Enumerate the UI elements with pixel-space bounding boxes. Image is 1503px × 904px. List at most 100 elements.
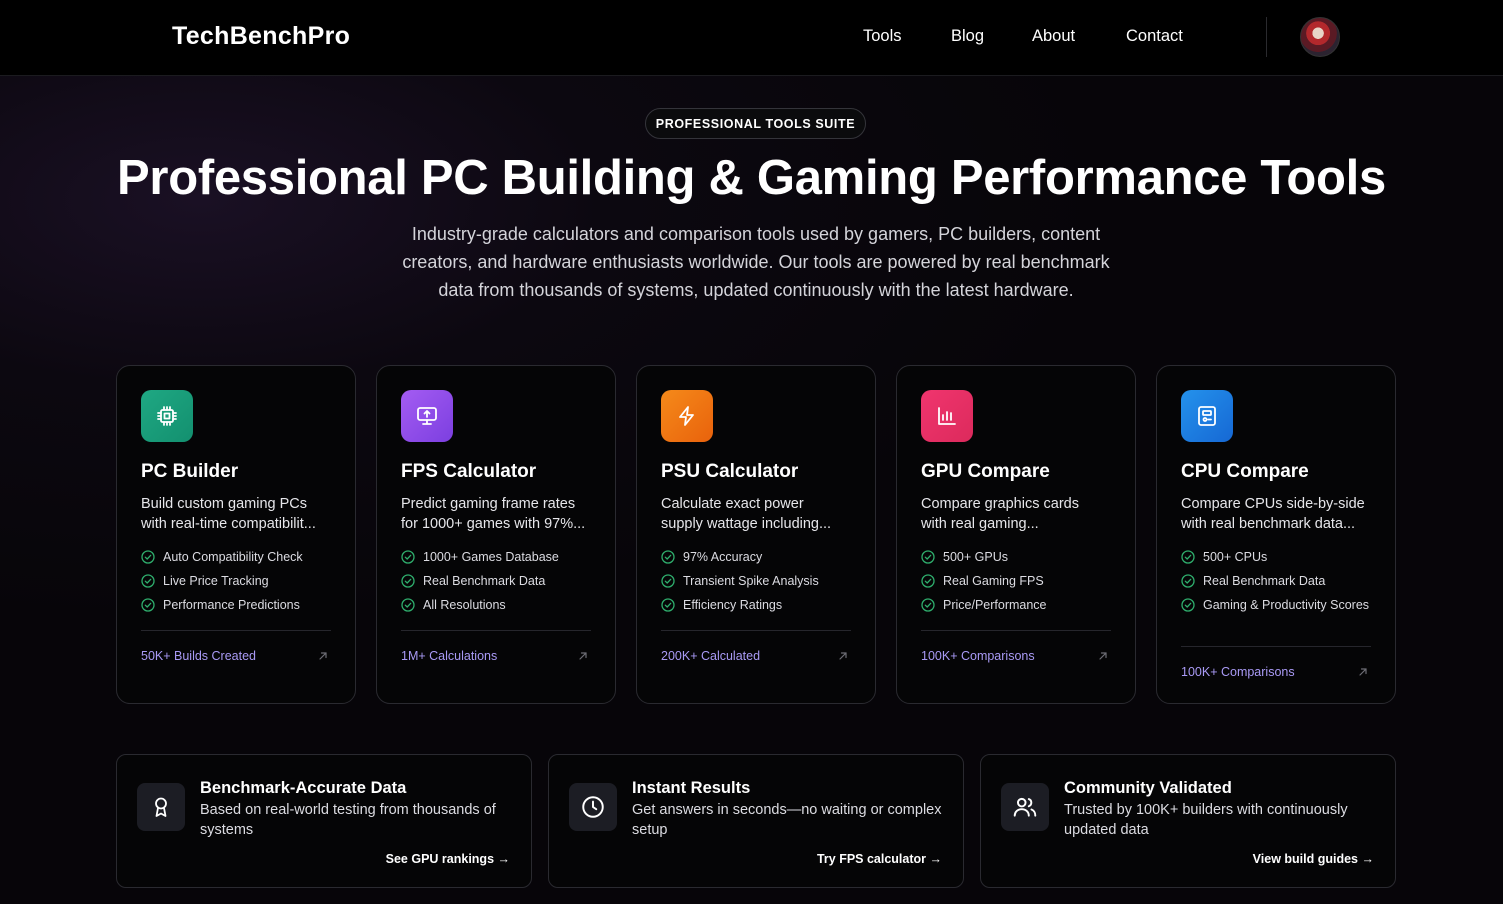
processor-board-icon — [1181, 390, 1233, 442]
check-circle-icon — [921, 598, 935, 612]
brand-logo[interactable]: TechBenchPro — [172, 22, 350, 51]
user-avatar[interactable] — [1300, 17, 1340, 57]
feature-item: Real Gaming FPS — [921, 573, 1116, 589]
hero-badge: PROFESSIONAL TOOLS SUITE — [645, 108, 866, 139]
feature-item: Real Benchmark Data — [401, 573, 596, 589]
tool-card-fps-calculator[interactable]: FPS Calculator Predict gaming frame rate… — [376, 365, 616, 704]
tool-description-line: supply wattage including... — [661, 516, 832, 532]
feature-item: Transient Spike Analysis — [661, 573, 856, 589]
lightning-bolt-icon — [661, 390, 713, 442]
tool-title: CPU Compare — [1181, 461, 1309, 482]
tool-card-cpu-compare[interactable]: CPU Compare Compare CPUs side-by-side wi… — [1156, 365, 1396, 704]
tool-description: Compare graphics cards with real gaming.… — [921, 494, 1113, 534]
check-circle-icon — [1181, 574, 1195, 588]
tool-title: FPS Calculator — [401, 461, 537, 482]
hero-title: Professional PC Building & Gaming Perfor… — [117, 151, 1386, 205]
arrow-up-right-icon[interactable] — [1357, 665, 1369, 677]
highlight-link[interactable]: Try FPS calculator → — [817, 852, 942, 866]
feature-label: Transient Spike Analysis — [683, 574, 819, 588]
highlight-description: Based on real-world testing from thousan… — [200, 802, 496, 838]
feature-label: Real Gaming FPS — [943, 574, 1044, 588]
tool-stat: 200K+ Calculated — [661, 649, 761, 663]
tool-stat: 1M+ Calculations — [401, 649, 498, 663]
card-divider — [1181, 646, 1371, 647]
highlight-link[interactable]: View build guides → — [1253, 852, 1374, 866]
feature-item: Efficiency Ratings — [661, 597, 856, 613]
tool-title: GPU Compare — [921, 461, 1050, 482]
highlight-link[interactable]: See GPU rankings → — [386, 852, 510, 866]
top-nav: TechBenchPro Tools Blog About Contact — [0, 0, 1503, 76]
card-divider — [661, 630, 851, 631]
tool-description-line: with real benchmark data... — [1181, 516, 1356, 532]
check-circle-icon — [141, 598, 155, 612]
feature-list: 1000+ Games Database Real Benchmark Data A… — [401, 549, 596, 621]
cpu-chip-icon — [141, 390, 193, 442]
nav-link-contact[interactable]: Contact — [1126, 27, 1183, 46]
card-divider — [401, 630, 591, 631]
feature-list: 97% Accuracy Transient Spike Analysis Effi… — [661, 549, 856, 621]
clock-icon — [569, 783, 617, 831]
check-circle-icon — [921, 574, 935, 588]
tool-card-gpu-compare[interactable]: GPU Compare Compare graphics cards with … — [896, 365, 1136, 704]
highlight-description: Trusted by 100K+ builders with continuou… — [1064, 802, 1348, 838]
feature-label: 500+ CPUs — [1203, 550, 1268, 564]
tool-description-line: Predict gaming frame rates — [401, 496, 576, 512]
nav-link-blog[interactable]: Blog — [951, 27, 984, 46]
tool-description-line: Build custom gaming PCs — [141, 496, 308, 512]
tool-description: Predict gaming frame rates for 1000+ gam… — [401, 494, 593, 534]
highlight-title: Benchmark-Accurate Data — [200, 779, 407, 797]
check-circle-icon — [661, 598, 675, 612]
feature-item: Price/Performance — [921, 597, 1116, 613]
check-circle-icon — [401, 550, 415, 564]
feature-item: Performance Predictions — [141, 597, 336, 613]
arrow-up-right-icon[interactable] — [837, 649, 849, 661]
arrow-up-right-icon[interactable] — [1097, 649, 1109, 661]
highlight-description: Get answers in seconds—no waiting or com… — [632, 802, 942, 838]
feature-label: 97% Accuracy — [683, 550, 763, 564]
card-divider — [921, 630, 1111, 631]
feature-label: 1000+ Games Database — [423, 550, 559, 564]
users-icon — [1001, 783, 1049, 831]
check-circle-icon — [141, 574, 155, 588]
feature-item: Gaming & Productivity Scores — [1181, 597, 1376, 613]
feature-label: Auto Compatibility Check — [163, 550, 303, 564]
feature-item: 97% Accuracy — [661, 549, 856, 565]
nav-link-about[interactable]: About — [1032, 27, 1075, 46]
feature-label: Price/Performance — [943, 598, 1047, 612]
tool-card-pc-builder[interactable]: PC Builder Build custom gaming PCs with … — [116, 365, 356, 704]
highlight-card-community-validated: Community Validated Trusted by 100K+ bui… — [980, 754, 1396, 888]
tool-description: Compare CPUs side-by-side with real benc… — [1181, 494, 1373, 534]
feature-label: Real Benchmark Data — [423, 574, 546, 588]
check-circle-icon — [401, 598, 415, 612]
feature-label: Gaming & Productivity Scores — [1203, 598, 1370, 612]
hero-subtitle-line: data from thousands of systems, updated … — [438, 280, 1074, 300]
feature-label: Live Price Tracking — [163, 574, 269, 588]
feature-label: Real Benchmark Data — [1203, 574, 1326, 588]
check-circle-icon — [1181, 598, 1195, 612]
tool-description: Build custom gaming PCs with real-time c… — [141, 494, 333, 534]
feature-label: Performance Predictions — [163, 598, 300, 612]
tool-description-line: Calculate exact power — [661, 496, 804, 512]
bar-chart-icon — [921, 390, 973, 442]
feature-label: All Resolutions — [423, 598, 506, 612]
hero-subtitle-line: Industry-grade calculators and compariso… — [411, 224, 1101, 244]
tool-description: Calculate exact power supply wattage inc… — [661, 494, 853, 534]
check-circle-icon — [921, 550, 935, 564]
nav-divider — [1266, 17, 1267, 57]
arrow-up-right-icon[interactable] — [577, 649, 589, 661]
check-circle-icon — [141, 550, 155, 564]
feature-label: Efficiency Ratings — [683, 598, 783, 612]
feature-item: Live Price Tracking — [141, 573, 336, 589]
tool-description-line: Compare graphics cards — [921, 496, 1079, 512]
hero-subtitle-line: creators, and hardware enthusiasts world… — [402, 252, 1110, 272]
check-circle-icon — [401, 574, 415, 588]
nav-link-tools[interactable]: Tools — [863, 27, 902, 46]
highlight-title: Instant Results — [632, 779, 751, 797]
hero-subtitle: Industry-grade calculators and compariso… — [371, 220, 1141, 304]
tool-card-psu-calculator[interactable]: PSU Calculator Calculate exact power sup… — [636, 365, 876, 704]
feature-item: 1000+ Games Database — [401, 549, 596, 565]
feature-list: 500+ CPUs Real Benchmark Data Gaming & Pro… — [1181, 549, 1376, 621]
check-circle-icon — [661, 574, 675, 588]
arrow-up-right-icon[interactable] — [317, 649, 329, 661]
card-divider — [141, 630, 331, 631]
